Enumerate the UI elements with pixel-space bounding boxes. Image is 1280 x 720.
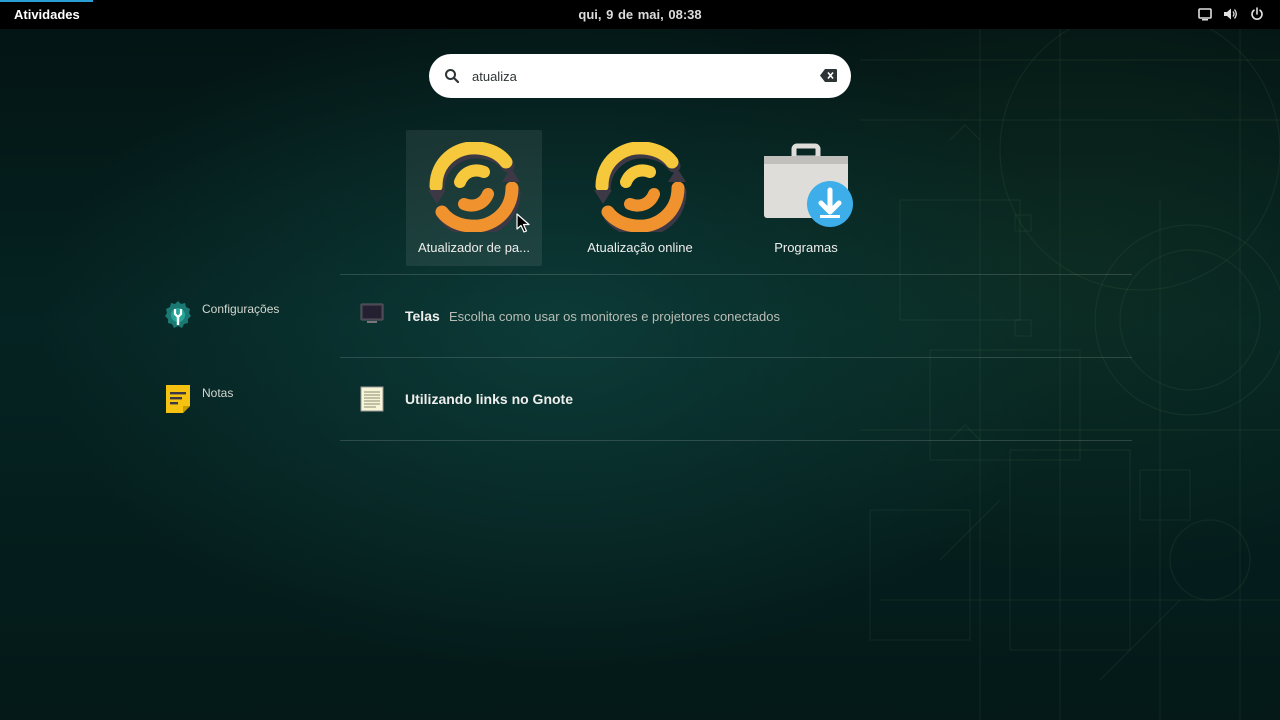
result-description: Escolha como usar os monitores e projeto… [449,309,780,324]
software-update-icon [426,141,522,237]
notes-icon [164,384,192,419]
activities-button[interactable]: Atividades [14,7,80,22]
display-icon[interactable] [1197,6,1213,24]
settings-icon [164,300,192,335]
software-center-icon [758,142,854,237]
software-update-icon [592,141,688,237]
activities-indicator [0,0,93,2]
result-title: Utilizando links no Gnote [405,391,573,407]
app-result-software[interactable]: Programas [738,130,874,266]
app-result-online-update[interactable]: Atualização online [572,130,708,266]
volume-icon[interactable] [1222,6,1238,24]
separator [340,440,1132,441]
backspace-clear-icon[interactable] [820,69,837,87]
provider-label: Configurações [202,302,280,316]
app-label: Atualizador de pa... [417,240,531,255]
clock[interactable]: qui, 9 de mai, 08:38 [540,7,740,22]
provider-label: Notas [202,386,234,400]
search-result-telas[interactable]: Telas Escolha como usar os monitores e p… [340,275,1132,357]
app-label: Atualização online [587,240,693,255]
search-entry[interactable] [429,54,851,98]
search-input[interactable] [472,65,802,87]
app-label: Programas [774,240,838,255]
search-icon [444,68,460,89]
search-result-gnote-note[interactable]: Utilizando links no Gnote [340,358,1132,440]
power-icon[interactable] [1249,6,1265,24]
app-result-updater[interactable]: Atualizador de pa... [406,130,542,266]
note-document-icon [360,386,384,417]
mouse-pointer-icon [516,213,530,238]
top-bar: Atividades qui, 9 de mai, 08:38 [0,0,1280,29]
monitor-icon [360,303,384,330]
result-title: Telas [405,308,440,324]
